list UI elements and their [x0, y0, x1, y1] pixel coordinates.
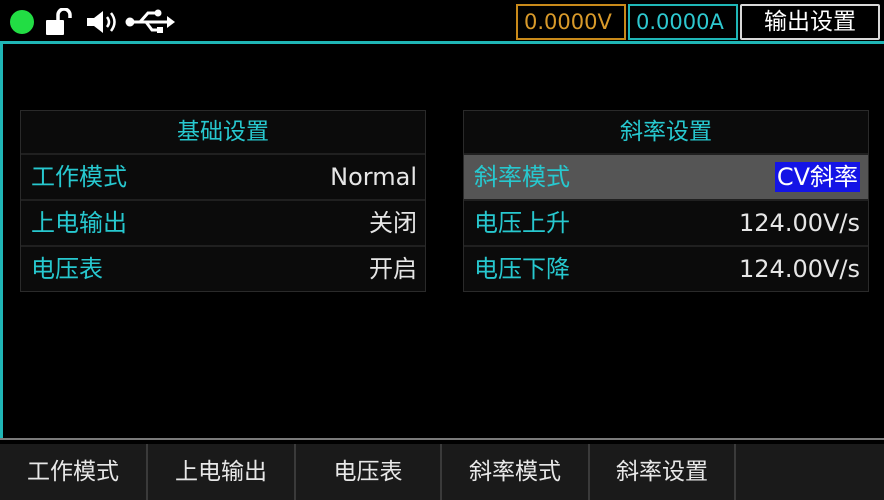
page-title: 输出设置	[740, 4, 880, 40]
setting-row-voltage-rise[interactable]: 电压上升 124.00V/s	[464, 201, 868, 247]
setting-value-selected[interactable]: CV斜率	[774, 162, 860, 192]
setting-row-work-mode[interactable]: 工作模式 Normal	[21, 155, 425, 201]
softkey-bar: 工作模式 上电输出 电压表 斜率模式 斜率设置	[0, 438, 884, 500]
status-bar: 0.0000V 0.0000A 输出设置	[0, 0, 884, 44]
slope-settings-panel: 斜率设置 斜率模式 CV斜率 电压上升 124.00V/s 电压下降 124.0…	[463, 110, 869, 292]
basic-settings-panel: 基础设置 工作模式 Normal 上电输出 关闭 电压表 开启	[20, 110, 426, 292]
setting-value: 开启	[369, 255, 417, 283]
content-area: 基础设置 工作模式 Normal 上电输出 关闭 电压表 开启 斜率设置 斜率模…	[0, 44, 884, 438]
status-indicator-icon	[10, 10, 34, 34]
setting-label: 工作模式	[31, 163, 127, 191]
setting-value: Normal	[330, 163, 417, 191]
setting-row-power-on-output[interactable]: 上电输出 关闭	[21, 201, 425, 247]
speaker-icon	[84, 8, 122, 36]
setting-value: 124.00V/s	[739, 255, 860, 283]
softkey-slope-mode[interactable]: 斜率模式	[442, 444, 590, 500]
instrument-screen: 0.0000V 0.0000A 输出设置 基础设置 工作模式 Normal 上电…	[0, 0, 884, 500]
current-readout: 0.0000A	[628, 4, 738, 40]
softkey-slope-settings[interactable]: 斜率设置	[590, 444, 736, 500]
lock-open-icon	[44, 8, 80, 36]
setting-label: 上电输出	[31, 209, 127, 237]
setting-label: 斜率模式	[474, 163, 570, 191]
setting-row-voltmeter[interactable]: 电压表 开启	[21, 247, 425, 291]
setting-value: 124.00V/s	[739, 209, 860, 237]
setting-label: 电压上升	[474, 209, 570, 237]
setting-label: 电压下降	[474, 255, 570, 283]
softkey-work-mode[interactable]: 工作模式	[0, 444, 148, 500]
softkey-power-on-output[interactable]: 上电输出	[148, 444, 296, 500]
usb-icon	[124, 8, 176, 36]
setting-label: 电压表	[31, 255, 103, 283]
softkey-voltmeter[interactable]: 电压表	[296, 444, 442, 500]
setting-row-slope-mode[interactable]: 斜率模式 CV斜率	[464, 155, 868, 201]
panel-title: 斜率设置	[464, 111, 868, 155]
voltage-readout: 0.0000V	[516, 4, 626, 40]
setting-value: 关闭	[369, 209, 417, 237]
setting-row-voltage-fall[interactable]: 电压下降 124.00V/s	[464, 247, 868, 291]
panel-title: 基础设置	[21, 111, 425, 155]
softkey-empty[interactable]	[736, 444, 884, 500]
